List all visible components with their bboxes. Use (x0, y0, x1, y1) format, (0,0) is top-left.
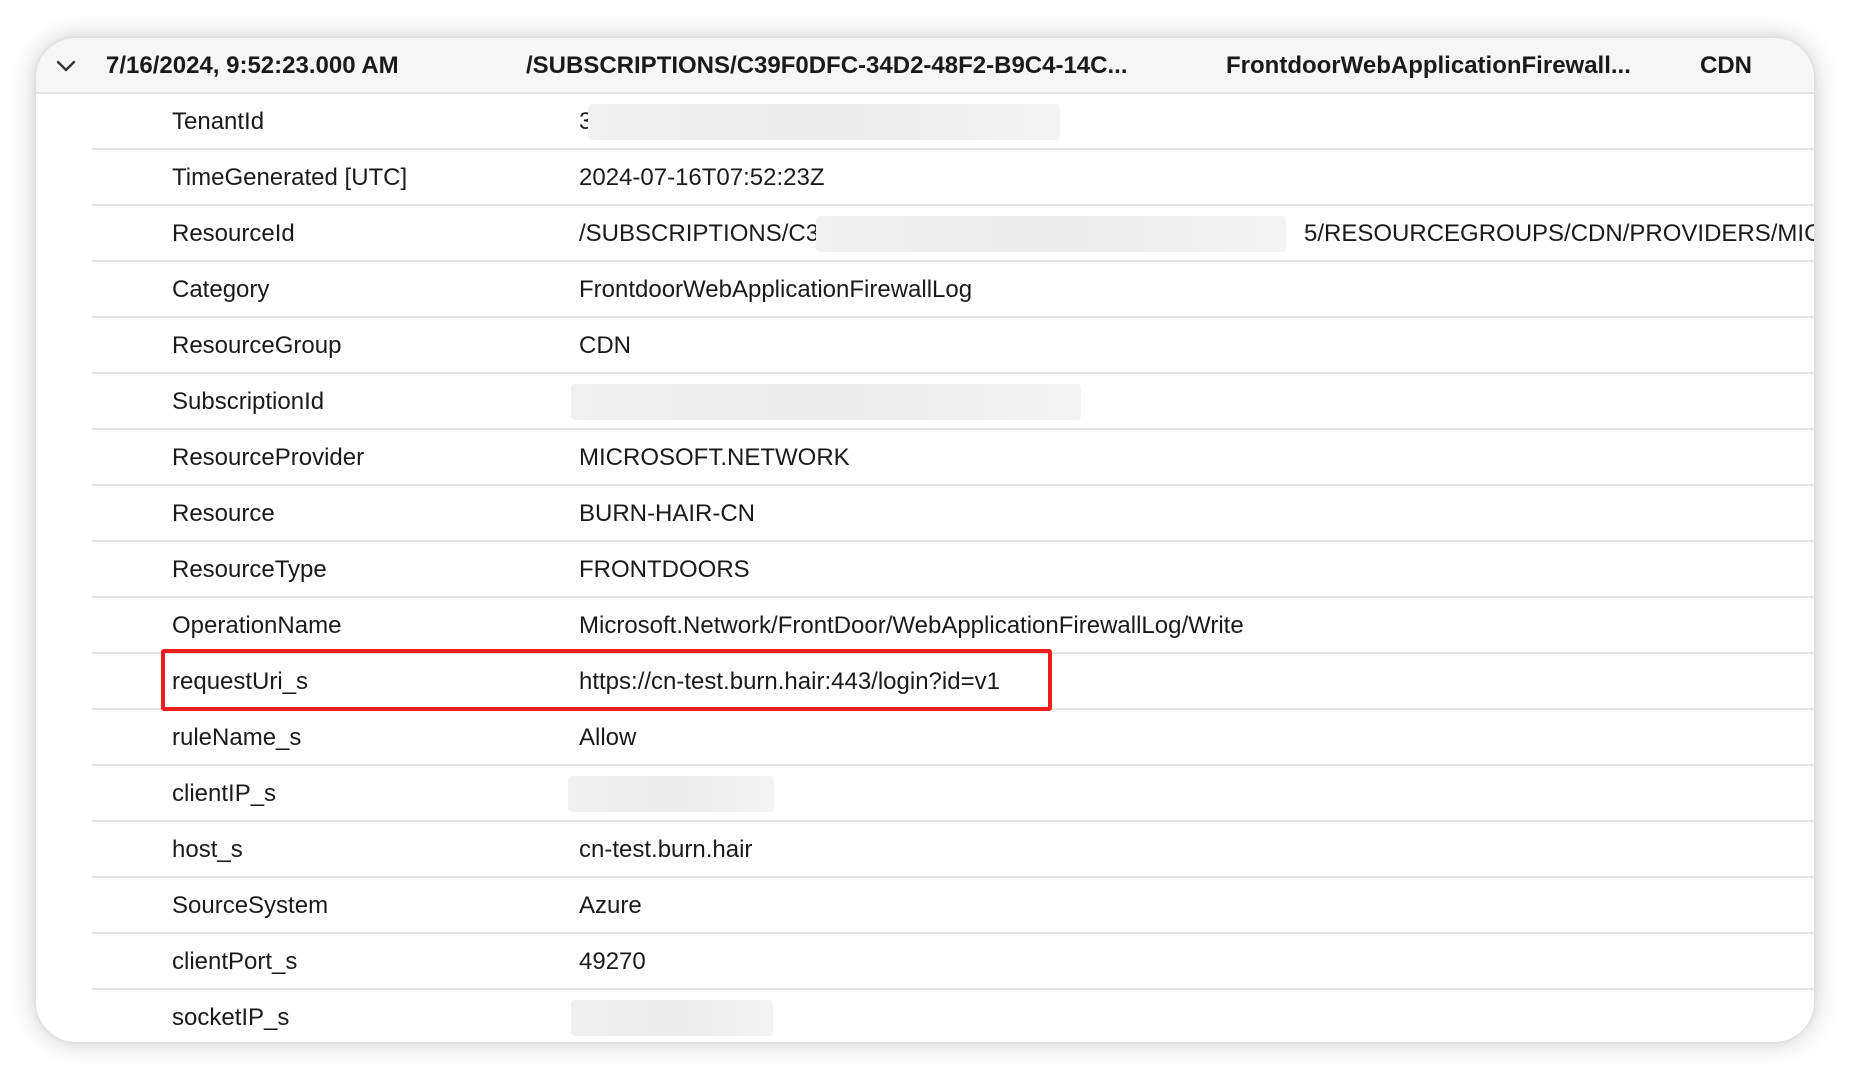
detail-row-host: host_s cn-test.burn.hair (36, 822, 1814, 878)
field-name: TimeGenerated [UTC] (172, 164, 408, 191)
field-name: TenantId (172, 108, 265, 135)
header-timestamp: 7/16/2024, 9:52:23.000 AM (106, 52, 399, 79)
detail-row-timegenerated: TimeGenerated [UTC] 2024-07-16T07:52:23Z (36, 150, 1814, 206)
log-record-window: 7/16/2024, 9:52:23.000 AM /SUBSCRIPTIONS… (36, 38, 1814, 1042)
field-name: host_s (172, 836, 243, 863)
field-value-prefix: /SUBSCRIPTIONS/C3 (579, 220, 820, 247)
detail-row-sourcesystem: SourceSystem Azure (36, 878, 1814, 934)
field-name: Resource (172, 500, 275, 527)
field-value: CDN (579, 332, 631, 359)
detail-row-resourceprovider: ResourceProvider MICROSOFT.NETWORK (36, 430, 1814, 486)
detail-row-requesturi: requestUri_s https://cn-test.burn.hair:4… (36, 654, 1814, 710)
field-name: clientPort_s (172, 948, 298, 975)
header-resource-group: CDN (1700, 52, 1752, 79)
redaction-block (568, 776, 774, 812)
field-name: socketIP_s (172, 1004, 290, 1031)
field-name: Category (172, 276, 270, 303)
detail-row-clientport: clientPort_s 49270 (36, 934, 1814, 990)
field-value: MICROSOFT.NETWORK (579, 444, 850, 471)
field-name: requestUri_s (172, 668, 309, 695)
detail-row-clientip: clientIP_s (36, 766, 1814, 822)
redaction-block (571, 384, 1081, 420)
redaction-block (588, 104, 1060, 140)
field-value: https://cn-test.burn.hair:443/login?id=v… (579, 668, 1000, 695)
detail-row-rulename: ruleName_s Allow (36, 710, 1814, 766)
field-value: Allow (579, 724, 637, 751)
detail-row-tenantid: TenantId 3 (36, 94, 1814, 150)
field-value: FRONTDOORS (579, 556, 750, 583)
field-name: ResourceId (172, 220, 295, 247)
field-value-suffix: 5/RESOURCEGROUPS/CDN/PROVIDERS/MICR (1304, 220, 1814, 247)
detail-row-resourcetype: ResourceType FRONTDOORS (36, 542, 1814, 598)
field-value: Azure (579, 892, 642, 919)
detail-rows: TenantId 3 TimeGenerated [UTC] 2024-07-1… (36, 94, 1814, 1042)
field-value: FrontdoorWebApplicationFirewallLog (579, 276, 973, 303)
field-value: cn-test.burn.hair (579, 836, 753, 863)
detail-row-resource: Resource BURN-HAIR-CN (36, 486, 1814, 542)
header-resource-id: /SUBSCRIPTIONS/C39F0DFC-34D2-48F2-B9C4-1… (526, 52, 1128, 79)
detail-row-subscriptionid: SubscriptionId (36, 374, 1814, 430)
detail-row-socketip: socketIP_s (36, 990, 1814, 1042)
detail-row-category: Category FrontdoorWebApplicationFirewall… (36, 262, 1814, 318)
field-name: ResourceGroup (172, 332, 342, 359)
header-category: FrontdoorWebApplicationFirewall... (1226, 52, 1631, 79)
record-header-row[interactable]: 7/16/2024, 9:52:23.000 AM /SUBSCRIPTIONS… (36, 38, 1814, 94)
field-name: ResourceType (172, 556, 327, 583)
detail-row-resourceid: ResourceId /SUBSCRIPTIONS/C3 5/RESOURCEG… (36, 206, 1814, 262)
field-name: ruleName_s (172, 724, 302, 751)
chevron-down-icon[interactable] (54, 54, 78, 78)
field-value: 49270 (579, 948, 646, 975)
redaction-block (816, 216, 1286, 252)
detail-row-resourcegroup: ResourceGroup CDN (36, 318, 1814, 374)
field-value: Microsoft.Network/FrontDoor/WebApplicati… (579, 612, 1244, 639)
redaction-block (571, 1000, 773, 1036)
field-name: SourceSystem (172, 892, 329, 919)
detail-row-operationname: OperationName Microsoft.Network/FrontDoo… (36, 598, 1814, 654)
field-value: 2024-07-16T07:52:23Z (579, 164, 825, 191)
field-name: ResourceProvider (172, 444, 365, 471)
field-name: SubscriptionId (172, 388, 325, 415)
field-value: BURN-HAIR-CN (579, 500, 755, 527)
field-name: OperationName (172, 612, 342, 639)
field-name: clientIP_s (172, 780, 277, 807)
